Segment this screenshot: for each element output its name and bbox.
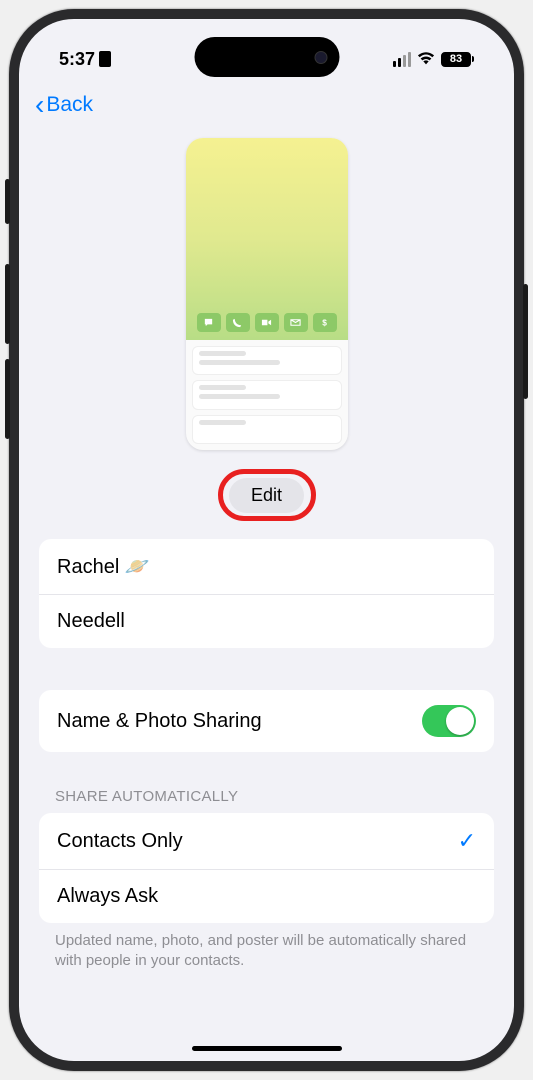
message-icon (197, 313, 221, 332)
last-name-value: Needell (57, 610, 125, 633)
chevron-left-icon: ‹ (35, 91, 44, 119)
last-name-field[interactable]: Needell (39, 594, 494, 648)
phone-frame: 5:37 83 ‹ Back (9, 9, 524, 1071)
volume-up (5, 264, 10, 344)
video-icon (255, 313, 279, 332)
poster-info-skeleton (186, 340, 348, 450)
svg-text:$: $ (322, 318, 327, 327)
contact-poster-preview[interactable]: $ (186, 138, 348, 450)
screen: 5:37 83 ‹ Back (19, 19, 514, 1061)
front-camera (314, 51, 327, 64)
checkmark-icon: ✓ (458, 828, 476, 854)
option-label: Contacts Only (57, 830, 183, 853)
dynamic-island (194, 37, 339, 77)
battery-percentage: 83 (441, 52, 471, 67)
phone-icon (226, 313, 250, 332)
back-button[interactable]: ‹ Back (35, 91, 93, 119)
pay-icon: $ (313, 313, 337, 332)
silent-switch (5, 179, 10, 224)
sharing-toggle[interactable] (422, 705, 476, 737)
wifi-icon (417, 52, 435, 66)
annotation-highlight (218, 469, 316, 521)
nav-bar: ‹ Back (19, 77, 514, 133)
share-automatically-header: SHARE AUTOMATICALLY (19, 788, 514, 805)
share-footer-text: Updated name, photo, and poster will be … (19, 923, 514, 972)
power-button (523, 284, 528, 399)
option-contacts-only[interactable]: Contacts Only ✓ (39, 813, 494, 869)
sharing-label: Name & Photo Sharing (57, 710, 262, 733)
sharing-section: Name & Photo Sharing (39, 690, 494, 752)
first-name-field[interactable]: Rachel 🪐 (39, 539, 494, 594)
back-label: Back (46, 93, 93, 117)
name-section: Rachel 🪐 Needell (39, 539, 494, 648)
contact-card-icon (99, 51, 111, 67)
battery-indicator: 83 (441, 52, 474, 67)
first-name-value: Rachel 🪐 (57, 554, 150, 579)
mail-icon (284, 313, 308, 332)
name-photo-sharing-row[interactable]: Name & Photo Sharing (39, 690, 494, 752)
option-always-ask[interactable]: Always Ask (39, 869, 494, 923)
switch-knob (446, 707, 474, 735)
poster-action-row: $ (186, 313, 348, 332)
poster-gradient: $ (186, 138, 348, 340)
home-indicator[interactable] (192, 1046, 342, 1051)
option-label: Always Ask (57, 885, 158, 908)
volume-down (5, 359, 10, 439)
cellular-signal-icon (393, 52, 411, 67)
clock: 5:37 (59, 49, 95, 70)
share-automatically-section: Contacts Only ✓ Always Ask (39, 813, 494, 923)
